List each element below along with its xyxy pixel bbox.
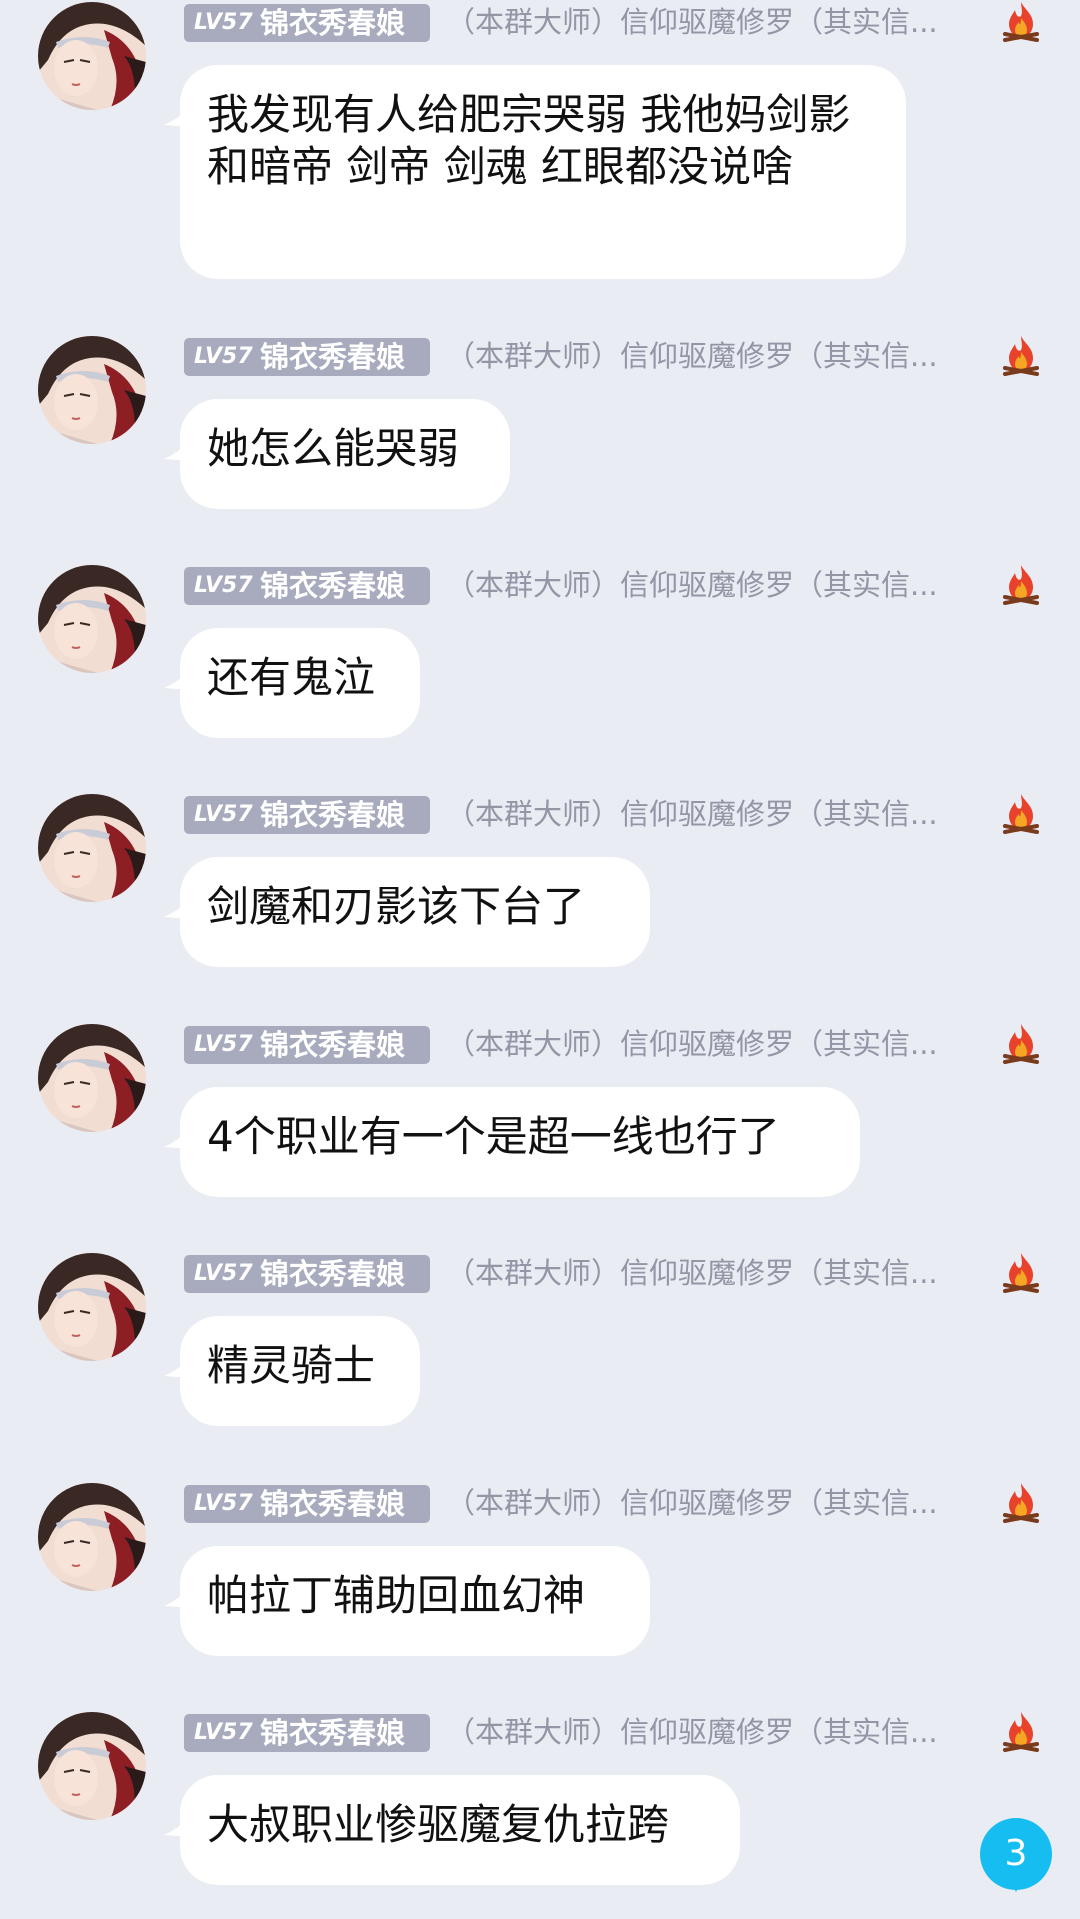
level-text: LV57 <box>194 573 253 598</box>
level-text: LV57 <box>194 1491 253 1516</box>
message-bubble[interactable]: 4个职业有一个是超一线也行了 <box>180 1087 860 1197</box>
chat-message[interactable]: LV57 锦衣秀春娘 （本群大师）信仰驱魔修罗（其实信... 她怎么能哭弱 <box>0 336 1080 516</box>
sender-nickname[interactable]: 锦衣秀春娘 <box>260 1486 405 1522</box>
sender-meta: LV57 锦衣秀春娘 （本群大师）信仰驱魔修罗（其实信... <box>184 1024 1044 1064</box>
sender-meta: LV57 锦衣秀春娘 （本群大师）信仰驱魔修罗（其实信... <box>184 1483 1044 1523</box>
chat-message[interactable]: LV57 锦衣秀春娘 （本群大师）信仰驱魔修罗（其实信... 我发现有人给肥宗哭弱 我… <box>0 2 1080 286</box>
sender-avatar[interactable] <box>38 794 146 902</box>
level-badge: LV57 锦衣秀春娘 <box>184 796 430 834</box>
sender-avatar[interactable] <box>38 1024 146 1132</box>
sender-group-title: （本群大师）信仰驱魔修罗（其实信... <box>446 1715 938 1749</box>
level-badge: LV57 锦衣秀春娘 <box>184 338 430 376</box>
message-bubble[interactable]: 帕拉丁辅助回血幻神 <box>180 1546 650 1656</box>
sender-avatar[interactable] <box>38 2 146 110</box>
level-badge: LV57 锦衣秀春娘 <box>184 1485 430 1523</box>
chat-message[interactable]: LV57 锦衣秀春娘 （本群大师）信仰驱魔修罗（其实信... 精灵骑士 <box>0 1253 1080 1433</box>
sender-nickname[interactable]: 锦衣秀春娘 <box>260 1027 405 1063</box>
sender-group-title: （本群大师）信仰驱魔修罗（其实信... <box>446 339 938 373</box>
chat-message[interactable]: LV57 锦衣秀春娘 （本群大师）信仰驱魔修罗（其实信... 还有鬼泣 <box>0 565 1080 745</box>
message-bubble[interactable]: 大叔职业惨驱魔复仇拉跨 <box>180 1775 740 1885</box>
sender-nickname[interactable]: 锦衣秀春娘 <box>260 339 405 375</box>
unread-badge-tail <box>1008 1878 1024 1892</box>
sender-meta: LV57 锦衣秀春娘 （本群大师）信仰驱魔修罗（其实信... <box>184 794 1044 834</box>
sender-nickname[interactable]: 锦衣秀春娘 <box>260 1256 405 1292</box>
fire-icon <box>1001 334 1041 378</box>
sender-meta: LV57 锦衣秀春娘 （本群大师）信仰驱魔修罗（其实信... <box>184 336 1044 376</box>
level-text: LV57 <box>194 1720 253 1745</box>
sender-group-title: （本群大师）信仰驱魔修罗（其实信... <box>446 1027 938 1061</box>
message-bubble[interactable]: 精灵骑士 <box>180 1316 420 1426</box>
sender-meta: LV57 锦衣秀春娘 （本群大师）信仰驱魔修罗（其实信... <box>184 1712 1044 1752</box>
level-text: LV57 <box>194 10 253 35</box>
chat-message[interactable]: LV57 锦衣秀春娘 （本群大师）信仰驱魔修罗（其实信... 帕拉丁辅助回血幻神 <box>0 1483 1080 1663</box>
sender-nickname[interactable]: 锦衣秀春娘 <box>260 568 405 604</box>
level-badge: LV57 锦衣秀春娘 <box>184 4 430 42</box>
fire-icon <box>1001 1022 1041 1066</box>
level-text: LV57 <box>194 802 253 827</box>
level-text: LV57 <box>194 1032 253 1057</box>
level-text: LV57 <box>194 344 253 369</box>
sender-avatar[interactable] <box>38 565 146 673</box>
level-badge: LV57 锦衣秀春娘 <box>184 1026 430 1064</box>
sender-meta: LV57 锦衣秀春娘 （本群大师）信仰驱魔修罗（其实信... <box>184 2 1044 42</box>
fire-icon <box>1001 1251 1041 1295</box>
fire-icon <box>1001 792 1041 836</box>
sender-group-title: （本群大师）信仰驱魔修罗（其实信... <box>446 797 938 831</box>
sender-meta: LV57 锦衣秀春娘 （本群大师）信仰驱魔修罗（其实信... <box>184 1253 1044 1293</box>
sender-meta: LV57 锦衣秀春娘 （本群大师）信仰驱魔修罗（其实信... <box>184 565 1044 605</box>
sender-avatar[interactable] <box>38 1253 146 1361</box>
sender-group-title: （本群大师）信仰驱魔修罗（其实信... <box>446 1256 938 1290</box>
message-bubble[interactable]: 剑魔和刃影该下台了 <box>180 857 650 967</box>
message-bubble[interactable]: 她怎么能哭弱 <box>180 399 510 509</box>
sender-nickname[interactable]: 锦衣秀春娘 <box>260 1715 405 1751</box>
fire-icon <box>1001 1710 1041 1754</box>
fire-icon <box>1001 1481 1041 1525</box>
level-badge: LV57 锦衣秀春娘 <box>184 567 430 605</box>
message-bubble[interactable]: 我发现有人给肥宗哭弱 我他妈剑影和暗帝 剑帝 剑魂 红眼都没说啥 <box>180 65 906 279</box>
sender-group-title: （本群大师）信仰驱魔修罗（其实信... <box>446 5 938 39</box>
sender-nickname[interactable]: 锦衣秀春娘 <box>260 797 405 833</box>
level-text: LV57 <box>194 1261 253 1286</box>
sender-nickname[interactable]: 锦衣秀春娘 <box>260 5 405 41</box>
sender-avatar[interactable] <box>38 1712 146 1820</box>
sender-avatar[interactable] <box>38 336 146 444</box>
sender-avatar[interactable] <box>38 1483 146 1591</box>
chat-message[interactable]: LV57 锦衣秀春娘 （本群大师）信仰驱魔修罗（其实信... 4个职业有一个是超一线也… <box>0 1024 1080 1204</box>
level-badge: LV57 锦衣秀春娘 <box>184 1255 430 1293</box>
chat-message[interactable]: LV57 锦衣秀春娘 （本群大师）信仰驱魔修罗（其实信... 剑魔和刃影该下台了 <box>0 794 1080 974</box>
chat-message-list[interactable]: LV57 锦衣秀春娘 （本群大师）信仰驱魔修罗（其实信... 我发现有人给肥宗哭弱 我… <box>0 0 1080 1919</box>
chat-message[interactable]: LV57 锦衣秀春娘 （本群大师）信仰驱魔修罗（其实信... 大叔职业惨驱魔复仇拉跨 <box>0 1712 1080 1892</box>
level-badge: LV57 锦衣秀春娘 <box>184 1714 430 1752</box>
message-bubble[interactable]: 还有鬼泣 <box>180 628 420 738</box>
sender-group-title: （本群大师）信仰驱魔修罗（其实信... <box>446 568 938 602</box>
fire-icon <box>1001 563 1041 607</box>
fire-icon <box>1001 0 1041 44</box>
sender-group-title: （本群大师）信仰驱魔修罗（其实信... <box>446 1486 938 1520</box>
